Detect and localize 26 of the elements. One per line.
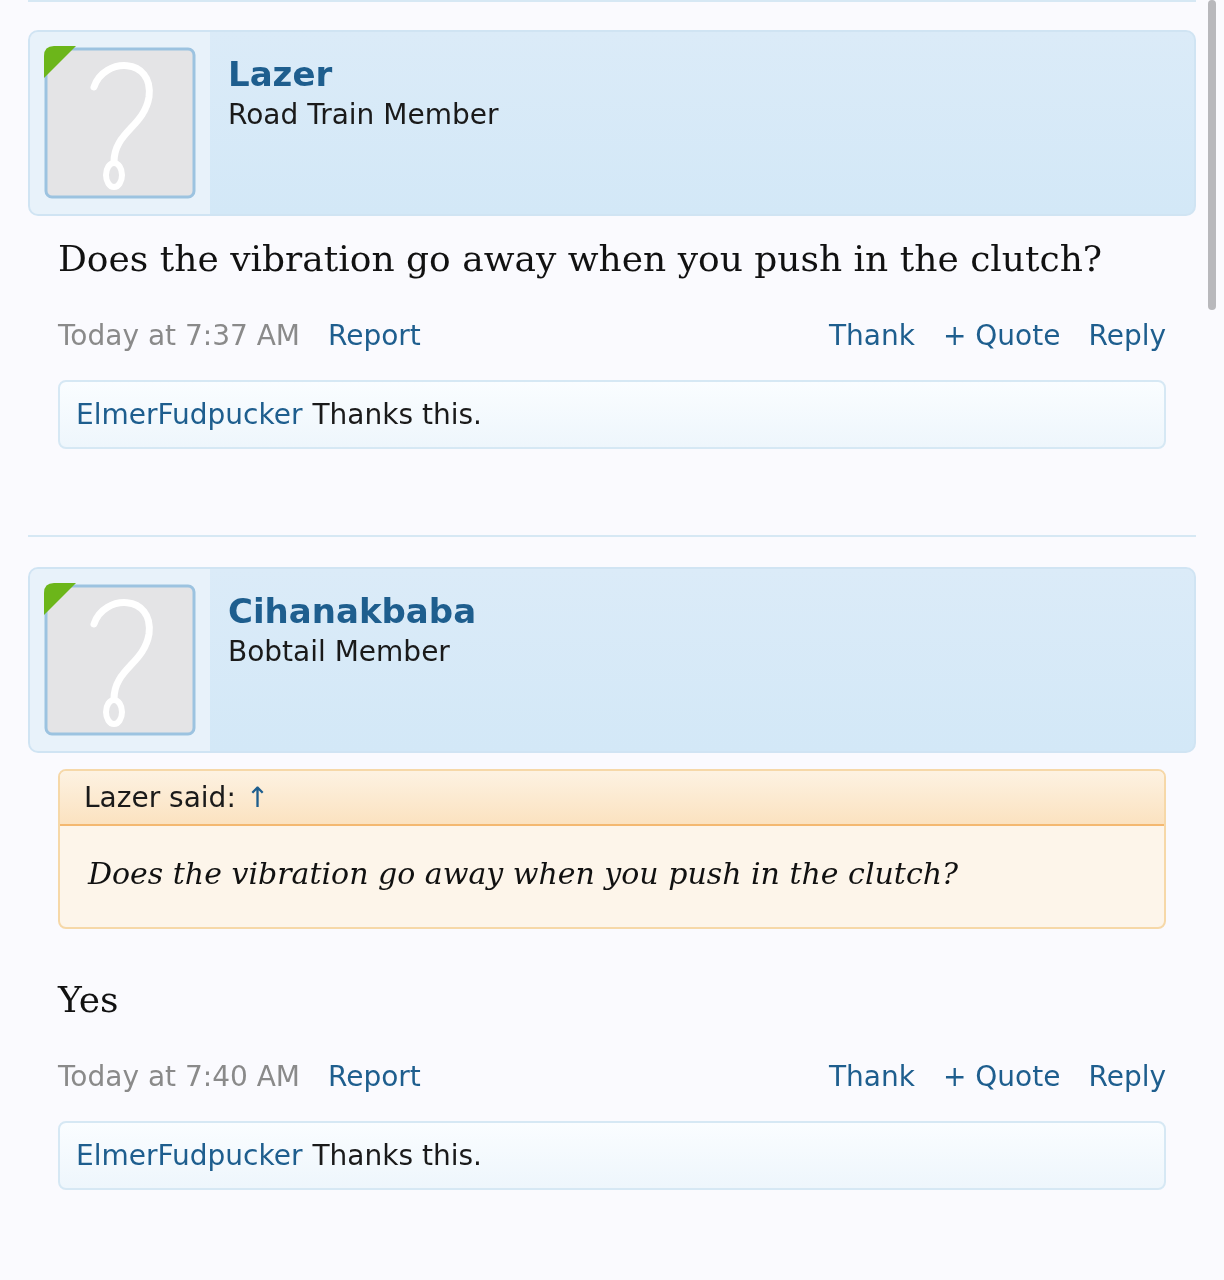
action-link[interactable]: + Quote	[942, 319, 1061, 352]
liker-link[interactable]: ElmerFudpucker	[76, 1139, 303, 1172]
liker-link[interactable]: ElmerFudpucker	[76, 398, 303, 431]
report-link[interactable]: Report	[328, 319, 421, 352]
post-text: Does the vibration go away when you push in the clutch?	[57, 237, 1104, 279]
quote-author: Lazer said:	[84, 781, 236, 814]
action-link[interactable]: Reply	[1088, 1060, 1166, 1093]
post-time: Today at 7:40 AM	[58, 1060, 300, 1093]
post-text: Yes	[56, 978, 120, 1020]
username-link[interactable]: Lazer	[228, 54, 333, 94]
jump-to-quote-link[interactable]: ↑	[245, 781, 270, 814]
username-link[interactable]: Cihanakbaba	[228, 591, 477, 631]
action-link[interactable]: + Quote	[942, 1060, 1061, 1093]
quote-text: Does the vibration go away when you push in the clutch?	[86, 855, 960, 893]
likes-text: Thanks this.	[312, 398, 482, 431]
post-time: Today at 7:37 AM	[58, 319, 300, 352]
action-link[interactable]: Thank	[829, 319, 915, 352]
likes-text: Thanks this.	[312, 1139, 482, 1172]
avatar-icon[interactable]	[44, 584, 196, 736]
user-title: Road Train Member	[228, 98, 499, 131]
scrollbar[interactable]	[1208, 0, 1216, 310]
avatar-icon[interactable]	[44, 47, 196, 199]
action-link[interactable]: Reply	[1088, 319, 1166, 352]
report-link[interactable]: Report	[328, 1060, 421, 1093]
user-title: Bobtail Member	[228, 635, 450, 668]
action-link[interactable]: Thank	[829, 1060, 915, 1093]
